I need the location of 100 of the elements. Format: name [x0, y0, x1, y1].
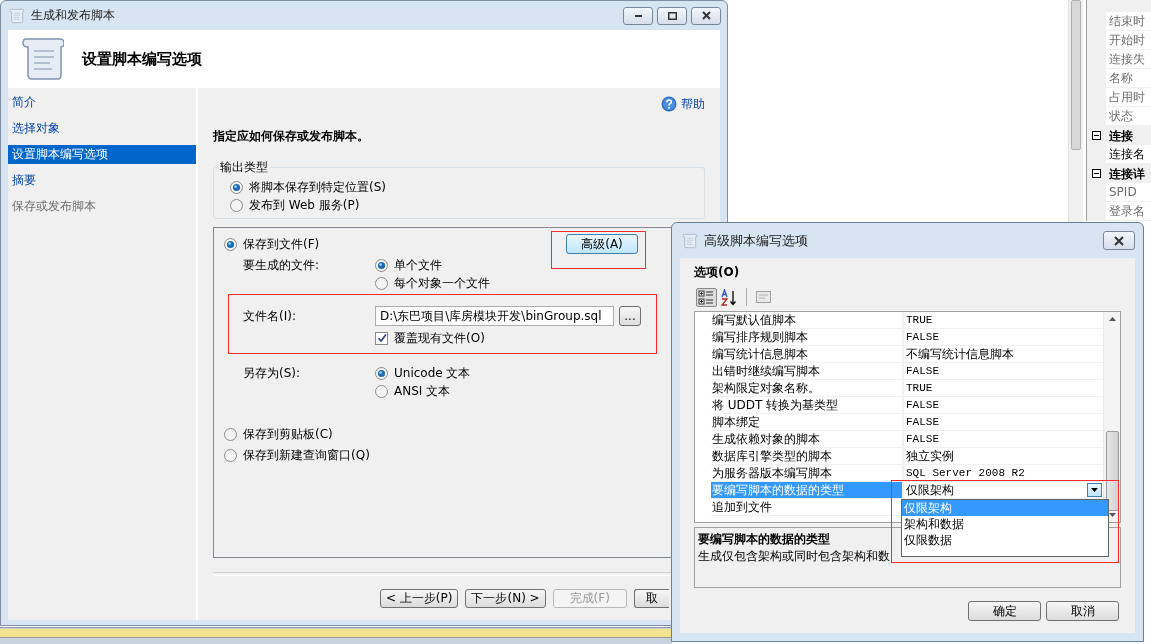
close-icon — [1113, 235, 1125, 246]
property-value: FALSE — [906, 364, 939, 379]
radio-button[interactable] — [375, 258, 388, 272]
toolbar-button[interactable] — [696, 287, 717, 307]
radio-label: 每个对象一个文件 — [394, 274, 490, 292]
scrollbar[interactable] — [1103, 312, 1120, 522]
scroll-icon — [9, 7, 25, 24]
help-link[interactable]: 帮助 — [661, 95, 705, 113]
radio-label: 保存到新建查询窗口(Q) — [243, 446, 370, 464]
property-name: 名称 — [1106, 69, 1151, 88]
checkbox[interactable] — [375, 331, 388, 345]
property-name[interactable]: 脚本绑定 — [711, 414, 904, 431]
property-name[interactable]: 将 UDDT 转换为基类型 — [711, 397, 904, 414]
wizard-button[interactable]: < 上一步(P) — [380, 589, 459, 608]
section-label: 选项(O) — [694, 264, 741, 281]
dropdown-button[interactable] — [1087, 483, 1102, 497]
wizard-button[interactable]: 取 — [633, 589, 669, 608]
help-icon — [661, 96, 677, 112]
maximize-button[interactable] — [657, 6, 687, 25]
property-value: FALSE — [906, 432, 939, 447]
scroll-icon — [682, 232, 698, 249]
field-label: 要生成的文件: — [243, 256, 321, 274]
scroll-icon — [20, 35, 64, 83]
property-value: FALSE — [906, 330, 939, 345]
close-icon — [701, 11, 711, 20]
dropdown-option[interactable]: 架构和数据 — [902, 516, 1108, 532]
property-name: 连接失 — [1106, 50, 1151, 69]
property-value: 独立实例 — [906, 448, 954, 464]
radio-label: 保存到文件(F) — [243, 235, 320, 253]
minimize-button[interactable] — [623, 6, 653, 25]
radio-label: Unicode 文本 — [394, 364, 471, 382]
caret-icon — [1091, 488, 1098, 492]
property-value: TRUE — [906, 381, 933, 396]
dialog-button[interactable]: 确定 — [968, 601, 1041, 621]
field-label: 另存为(S): — [243, 364, 302, 382]
sort-icon — [721, 288, 738, 306]
property-name[interactable]: 数据库引擎类型的脚本 — [711, 448, 904, 465]
radio-button[interactable] — [230, 180, 243, 194]
property-name: 占用时 — [1106, 88, 1151, 107]
radio-label: 保存到剪贴板(C) — [243, 425, 333, 443]
property-name: 结束时 — [1106, 12, 1151, 31]
group-label: 输出类型 — [219, 159, 269, 176]
property-value: SQL Server 2008 R2 — [906, 466, 1025, 481]
property-pages-icon — [755, 288, 772, 306]
radio-button[interactable] — [375, 366, 388, 380]
nav-item[interactable]: 设置脚本编写选项 — [8, 145, 196, 164]
property-value: FALSE — [906, 398, 939, 413]
scrollbar[interactable] — [1068, 0, 1083, 222]
radio-button[interactable] — [375, 384, 388, 398]
radio-label: 单个文件 — [394, 256, 442, 274]
page-heading: 设置脚本编写选项 — [82, 49, 202, 69]
collapse-icon[interactable] — [1092, 169, 1101, 178]
categorized-icon — [698, 288, 715, 306]
property-value: FALSE — [906, 415, 939, 430]
property-name: 状态 — [1106, 107, 1151, 126]
radio-button[interactable] — [375, 276, 388, 290]
property-name[interactable]: 编写统计信息脚本 — [711, 346, 904, 363]
dialog-title: 高级脚本编写选项 — [704, 231, 809, 250]
property-name: 连接名 — [1106, 145, 1151, 164]
property-name[interactable]: 编写默认值脚本 — [711, 312, 904, 329]
property-value: 仅限架构 — [906, 482, 954, 498]
radio-label: ANSI 文本 — [394, 382, 451, 400]
collapse-icon[interactable] — [1092, 131, 1101, 140]
dialog-button[interactable]: 取消 — [1046, 601, 1119, 621]
wizard-button[interactable]: 下一步(N) > — [465, 589, 546, 608]
maximize-icon — [667, 11, 677, 20]
instruction-text: 指定应如何保存或发布脚本。 — [213, 128, 370, 145]
property-name: 登录名 — [1106, 202, 1151, 221]
radio-button[interactable] — [230, 198, 243, 212]
property-name: 开始时 — [1106, 31, 1151, 50]
property-name[interactable]: 架构限定对象名称。 — [711, 380, 904, 397]
description-title: 要编写脚本的数据的类型 — [698, 531, 830, 548]
property-name[interactable]: 出错时继续编写脚本 — [711, 363, 904, 380]
dropdown-option[interactable]: 仅限数据 — [902, 532, 1108, 548]
property-name: SPID — [1106, 183, 1151, 202]
radio-button[interactable] — [224, 448, 237, 462]
radio-label: 发布到 Web 服务(P) — [249, 196, 360, 214]
radio-button[interactable] — [224, 237, 237, 251]
filename-field[interactable]: D:\东巴项目\库房模块开发\binGroup.sql — [375, 306, 614, 326]
field-label: 文件名(I): — [243, 307, 297, 325]
scroll-up-icon[interactable] — [1108, 317, 1116, 321]
advanced-button[interactable]: 高级(A) — [566, 234, 638, 254]
window-title: 生成和发布脚本 — [31, 7, 116, 24]
browse-button[interactable]: ... — [619, 306, 641, 326]
minimize-icon — [634, 14, 642, 17]
property-name[interactable]: 编写排序规则脚本 — [711, 329, 904, 346]
nav-item[interactable]: 选择对象 — [8, 119, 196, 138]
radio-label: 将脚本保存到特定位置(S) — [249, 178, 386, 196]
nav-item[interactable]: 摘要 — [8, 171, 196, 190]
property-name[interactable]: 生成依赖对象的脚本 — [711, 431, 904, 448]
radio-button[interactable] — [224, 427, 237, 441]
property-value: 不编写统计信息脚本 — [906, 346, 1014, 362]
close-button[interactable] — [691, 6, 721, 25]
scroll-down-icon[interactable] — [1108, 513, 1116, 517]
checkbox-label: 覆盖现有文件(O) — [394, 329, 485, 347]
close-button[interactable] — [1103, 231, 1135, 250]
checkmark-icon — [376, 333, 387, 343]
nav-item[interactable]: 简介 — [8, 93, 196, 112]
description-text: 生成仅包含架构或同时包含架构和数 — [698, 548, 890, 565]
property-value: TRUE — [906, 313, 933, 328]
